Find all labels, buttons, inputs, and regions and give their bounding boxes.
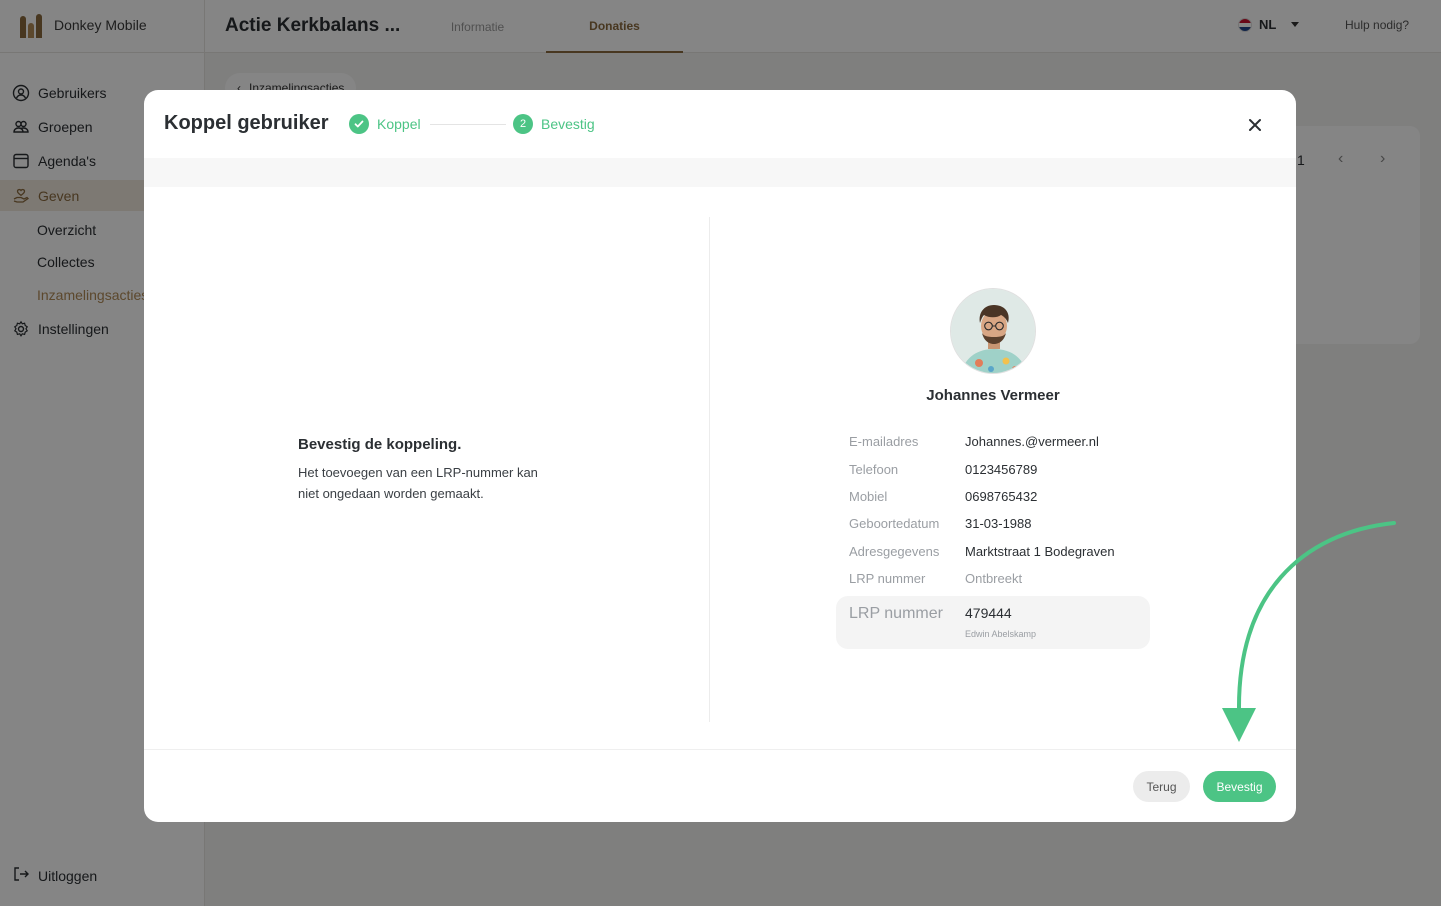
panel-divider — [709, 217, 710, 722]
detail-label: E-mailadres — [849, 434, 919, 449]
detail-value: Marktstraat 1 Bodegraven — [965, 544, 1115, 559]
lrp-value: 479444 — [965, 605, 1012, 621]
step-bevestig: 2 Bevestig — [513, 114, 595, 134]
confirm-button[interactable]: Bevestig — [1203, 771, 1276, 802]
step-label: Bevestig — [541, 116, 595, 132]
detail-label: Telefoon — [849, 462, 899, 477]
lrp-owner: Edwin Abelskamp — [965, 629, 1037, 639]
back-button[interactable]: Terug — [1133, 771, 1190, 802]
step-number: 2 — [513, 114, 533, 134]
detail-value: 31-03-1988 — [965, 516, 1032, 531]
avatar — [950, 288, 1036, 374]
step-connector — [430, 124, 506, 125]
detail-label: Geboortedatum — [849, 516, 940, 531]
modal-title: Koppel gebruiker — [164, 112, 329, 134]
footer-divider — [144, 749, 1296, 750]
confirm-heading: Bevestig de koppeling. — [298, 436, 462, 453]
check-icon — [349, 114, 369, 134]
step-koppel: Koppel — [349, 114, 421, 134]
detail-value: 0123456789 — [965, 462, 1038, 477]
close-button[interactable] — [1244, 114, 1266, 136]
close-icon — [1249, 119, 1261, 131]
detail-value: Johannes.@vermeer.nl — [965, 434, 1099, 449]
detail-label: LRP nummer — [849, 605, 943, 622]
detail-label: Mobiel — [849, 489, 888, 504]
detail-value: Ontbreekt — [965, 571, 1023, 586]
confirm-text: Het toevoegen van een LRP-nummer kan nie… — [298, 465, 538, 501]
detail-label: LRP nummer — [849, 571, 926, 586]
link-user-modal: Koppel gebruiker Koppel 2 Bevestig Beves… — [144, 90, 1296, 822]
user-name: Johannes Vermeer — [926, 387, 1060, 404]
step-label: Koppel — [377, 116, 421, 132]
detail-label: Adresgegevens — [849, 544, 940, 559]
new-lrp-card: LRP nummer 479444 Edwin Abelskamp — [836, 596, 1150, 649]
detail-value: 0698765432 — [965, 489, 1038, 504]
header-band — [144, 158, 1296, 187]
